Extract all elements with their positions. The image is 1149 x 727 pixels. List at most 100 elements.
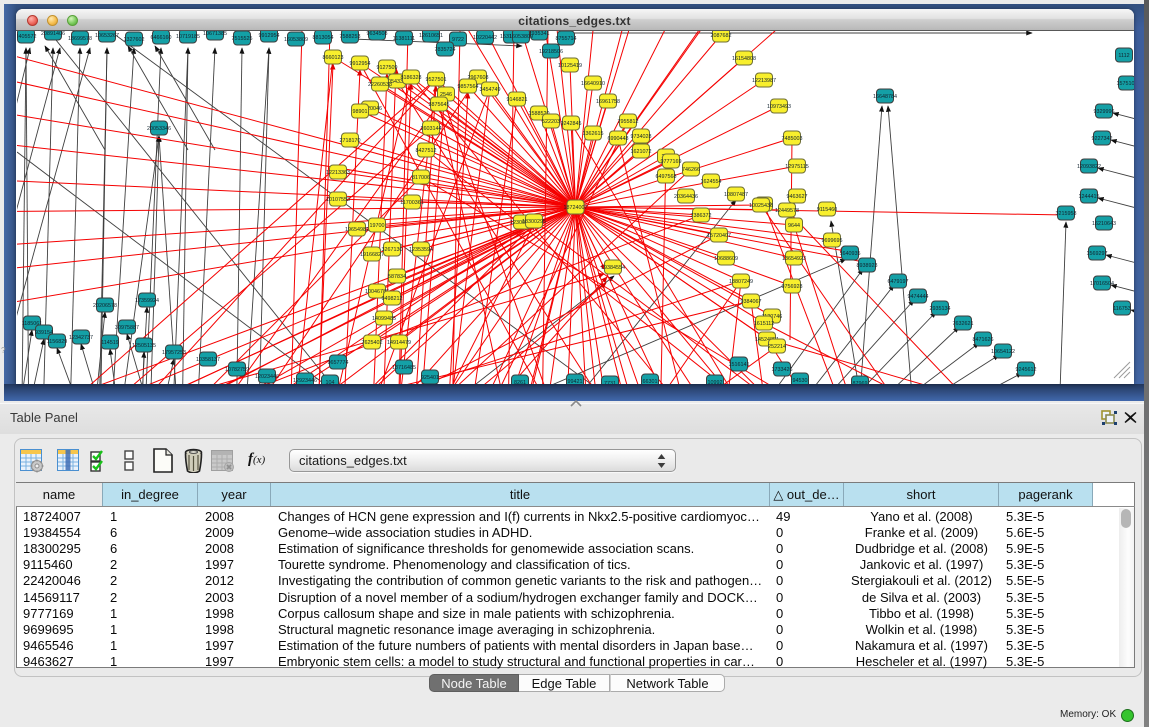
svg-text:17016504: 17016504 (1090, 281, 1114, 287)
svg-text:1569297: 1569297 (1087, 251, 1108, 257)
svg-text:9463627: 9463627 (787, 194, 808, 200)
svg-text:7955812: 7955812 (618, 119, 639, 125)
svg-text:22260538: 22260538 (368, 82, 392, 88)
svg-text:16053809: 16053809 (509, 34, 533, 40)
svg-text:12213363: 12213363 (326, 170, 350, 176)
svg-text:16154808: 16154808 (732, 56, 756, 62)
svg-text:6479197: 6479197 (888, 279, 909, 285)
svg-text:2718170: 2718170 (340, 138, 361, 144)
svg-text:18807249: 18807249 (729, 279, 753, 285)
svg-text:9384067: 9384067 (741, 299, 762, 305)
svg-text:9657774: 9657774 (328, 360, 349, 366)
svg-text:12610651: 12610651 (419, 33, 443, 39)
svg-text:2603144: 2603144 (421, 126, 442, 132)
svg-text:8938923: 8938923 (857, 263, 878, 269)
svg-text:10125419: 10125419 (558, 63, 582, 69)
svg-text:17359924: 17359924 (135, 298, 159, 304)
svg-text:2935134: 2935134 (930, 306, 951, 312)
svg-text:17957253: 17957253 (162, 350, 186, 356)
svg-text:9227342: 9227342 (1092, 136, 1113, 142)
svg-text:18699578: 18699578 (68, 36, 92, 42)
svg-text:18300295: 18300295 (522, 219, 546, 225)
svg-text:30975887: 30975887 (115, 325, 139, 331)
svg-text:1327602: 1327602 (124, 37, 145, 43)
svg-text:7632621: 7632621 (953, 321, 974, 327)
svg-text:12342737: 12342737 (69, 335, 93, 341)
svg-text:10688609: 10688609 (714, 256, 738, 262)
svg-text:9527501: 9527501 (426, 77, 447, 83)
svg-text:20053346: 20053346 (147, 126, 171, 132)
svg-text:19166827: 19166827 (360, 252, 384, 258)
svg-text:9756928: 9756928 (782, 284, 803, 290)
svg-text:9146821: 9146821 (507, 97, 528, 103)
svg-text:10653267: 10653267 (95, 33, 119, 39)
svg-text:587834: 587834 (388, 274, 406, 280)
svg-text:8427512: 8427512 (416, 148, 437, 154)
svg-text:99421: 99421 (568, 379, 583, 384)
svg-text:9857564: 9857564 (458, 84, 479, 90)
svg-text:94530: 94530 (793, 378, 808, 384)
svg-text:8261: 8261 (514, 380, 526, 384)
svg-text:1244415: 1244415 (1079, 194, 1100, 200)
svg-text:20891406: 20891406 (41, 31, 65, 37)
svg-text:6497568: 6497568 (656, 174, 677, 180)
svg-text:3267130: 3267130 (382, 247, 403, 253)
svg-text:7386372: 7386372 (691, 213, 712, 219)
svg-text:19218506: 19218506 (539, 49, 563, 55)
svg-text:925401: 925401 (421, 375, 439, 381)
svg-text:9498212: 9498212 (382, 296, 403, 302)
svg-text:746266: 746266 (682, 167, 700, 173)
svg-text:10107553: 10107553 (326, 197, 350, 203)
svg-text:9242845: 9242845 (561, 121, 582, 127)
svg-text:18724007: 18724007 (564, 205, 588, 211)
svg-text:10719185: 10719185 (176, 34, 200, 40)
svg-text:1621072: 1621072 (631, 149, 652, 155)
svg-text:9329996: 9329996 (1094, 109, 1115, 115)
svg-text:9912954: 9912954 (350, 61, 371, 67)
svg-text:16648784: 16648784 (873, 94, 897, 100)
svg-text:1516141: 1516141 (729, 362, 750, 368)
svg-text:15720407: 15720407 (707, 233, 731, 239)
svg-text:19384554: 19384554 (601, 265, 625, 271)
svg-text:20206578: 20206578 (93, 303, 117, 309)
svg-text:8755714: 8755714 (556, 36, 577, 42)
svg-text:7835724: 7835724 (435, 47, 456, 53)
svg-text:7588253: 7588253 (340, 34, 361, 40)
svg-text:7731: 7731 (604, 381, 616, 384)
svg-text:9777169: 9777169 (661, 159, 682, 165)
svg-text:12975115: 12975115 (785, 164, 809, 170)
svg-text:9722: 9722 (452, 37, 464, 43)
svg-text:1156829: 1156829 (47, 339, 68, 345)
svg-text:9699695: 9699695 (822, 238, 843, 244)
svg-text:10671385: 10671385 (203, 31, 227, 37)
svg-text:1640935: 1640935 (840, 251, 861, 257)
svg-text:12505135: 12505135 (132, 343, 156, 349)
svg-text:7485003: 7485003 (782, 136, 803, 142)
svg-text:104: 104 (326, 380, 335, 384)
svg-text:16640910: 16640910 (581, 81, 605, 87)
svg-text:1615112: 1615112 (754, 321, 775, 327)
svg-text:10358137: 10358137 (196, 357, 220, 363)
svg-text:16053809: 16053809 (284, 37, 308, 43)
svg-text:8660123: 8660123 (323, 55, 344, 61)
svg-text:12023446: 12023446 (255, 374, 279, 380)
svg-text:98901: 98901 (353, 109, 368, 115)
svg-text:7625402: 7625402 (362, 340, 383, 346)
svg-text:14099485: 14099485 (372, 316, 396, 322)
svg-text:522203: 522203 (542, 119, 560, 125)
svg-text:16961758: 16961758 (596, 99, 620, 105)
svg-text:8471626: 8471626 (973, 337, 994, 343)
svg-text:2087682: 2087682 (711, 33, 732, 39)
svg-text:19654982: 19654982 (345, 227, 369, 233)
svg-text:16210643: 16210643 (1092, 221, 1116, 227)
svg-text:9644: 9644 (788, 223, 800, 229)
svg-text:7515525: 7515525 (232, 36, 253, 42)
svg-text:11700361: 11700361 (400, 200, 424, 206)
svg-text:114519: 114519 (101, 340, 119, 346)
svg-text:6990448: 6990448 (608, 136, 629, 142)
svg-text:3875645: 3875645 (429, 102, 450, 108)
svg-text:12093822: 12093822 (1077, 164, 1101, 170)
svg-text:10654122: 10654122 (991, 349, 1015, 355)
svg-text:13716485: 13716485 (392, 365, 416, 371)
svg-text:3215958: 3215958 (1056, 211, 1077, 217)
